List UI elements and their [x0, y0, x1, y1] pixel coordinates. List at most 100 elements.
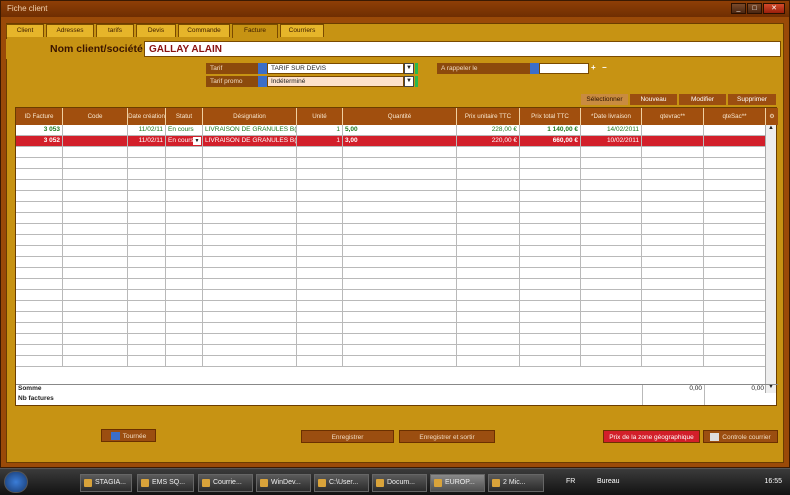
empty-table-row[interactable] — [16, 147, 766, 158]
chevron-down-icon[interactable]: ▼ — [404, 76, 414, 87]
start-button[interactable] — [4, 471, 28, 493]
empty-cell — [203, 169, 297, 180]
empty-table-row[interactable] — [16, 257, 766, 268]
tab-facture[interactable]: Facture — [232, 24, 278, 38]
tournee-button[interactable]: Tournée — [101, 429, 156, 442]
tab-courriers[interactable]: Courriers — [280, 24, 324, 37]
col-prix-total[interactable]: Prix total TTC — [520, 108, 581, 125]
empty-table-row[interactable] — [16, 301, 766, 312]
tab-client[interactable]: Client — [6, 24, 44, 37]
taskbar-item[interactable]: Docum... — [372, 474, 427, 492]
empty-table-row[interactable] — [16, 191, 766, 202]
empty-table-row[interactable] — [16, 246, 766, 257]
chevron-down-icon[interactable]: ▼ — [193, 137, 201, 145]
taskbar-item[interactable]: EMS SQ... — [137, 474, 194, 492]
scroll-up-icon[interactable]: ▲ — [766, 125, 776, 134]
tab-devis[interactable]: Devis — [136, 24, 176, 37]
save-and-exit-button[interactable]: Enregistrer et sortir — [399, 430, 495, 443]
col-quantite[interactable]: Quantité — [343, 108, 457, 125]
empty-cell — [642, 213, 704, 224]
zone-price-button[interactable]: Prix de la zone géographique — [603, 430, 700, 443]
vertical-scrollbar[interactable]: ▲ ▼ — [765, 125, 776, 393]
empty-cell — [203, 323, 297, 334]
empty-cell — [520, 279, 581, 290]
tarif-select[interactable]: TARIF SUR DEVIS — [267, 63, 404, 74]
empty-cell — [16, 224, 63, 235]
table-row[interactable]: 3 052 11/02/11 En cours ▼ LIVRAISON DE GR… — [16, 136, 766, 147]
empty-table-row[interactable] — [16, 213, 766, 224]
language-indicator[interactable]: FR — [566, 478, 575, 485]
table-row[interactable]: 3 053 11/02/11 En cours LIVRAISON DE GRA… — [16, 125, 766, 136]
empty-cell — [457, 158, 520, 169]
empty-cell — [581, 301, 642, 312]
taskbar-item[interactable]: C:\User... — [314, 474, 369, 492]
col-qtesac[interactable]: qteSac** — [704, 108, 766, 125]
maximize-button[interactable]: □ — [747, 3, 762, 14]
empty-cell — [343, 202, 457, 213]
check-mail-button[interactable]: Controle courrier — [703, 430, 778, 443]
tab-adresses[interactable]: Adresses — [46, 24, 94, 37]
empty-table-row[interactable] — [16, 180, 766, 191]
save-button[interactable]: Enregistrer — [301, 430, 394, 443]
select-button[interactable]: Sélectionner — [581, 94, 628, 105]
taskbar-item[interactable]: Courrie... — [198, 474, 253, 492]
empty-cell — [642, 257, 704, 268]
empty-cell — [581, 279, 642, 290]
empty-cell — [203, 290, 297, 301]
tab-commande[interactable]: Commande — [178, 24, 230, 37]
empty-cell — [457, 224, 520, 235]
close-button[interactable]: ✕ — [763, 3, 785, 14]
empty-table-row[interactable] — [16, 169, 766, 180]
tarif-pin-icon[interactable] — [258, 63, 267, 74]
chevron-down-icon[interactable]: ▼ — [404, 63, 414, 74]
col-id-facture[interactable]: ID Facture — [16, 108, 63, 125]
col-prix-unitaire[interactable]: Prix unitaire TTC — [457, 108, 520, 125]
delete-button[interactable]: Supprimer — [728, 94, 776, 105]
empty-table-row[interactable] — [16, 323, 766, 334]
empty-cell — [63, 213, 128, 224]
col-date-livraison[interactable]: *Date livraison — [581, 108, 642, 125]
empty-table-row[interactable] — [16, 224, 766, 235]
empty-table-row[interactable] — [16, 290, 766, 301]
tarif-promo-pin-icon[interactable] — [258, 76, 267, 87]
col-unite[interactable]: Unité — [297, 108, 343, 125]
empty-cell — [457, 191, 520, 202]
col-designation[interactable]: Désignation — [203, 108, 297, 125]
cell-statut[interactable]: En cours ▼ — [166, 136, 203, 147]
empty-cell — [166, 301, 203, 312]
taskbar-item[interactable]: WinDev... — [256, 474, 311, 492]
empty-table-row[interactable] — [16, 202, 766, 213]
empty-table-row[interactable] — [16, 345, 766, 356]
empty-table-row[interactable] — [16, 356, 766, 367]
tarif-promo-select[interactable]: Indéterminé — [267, 76, 404, 87]
new-button[interactable]: Nouveau — [630, 94, 677, 105]
date-plus-button[interactable]: + — [591, 63, 596, 72]
taskbar-item[interactable]: STAGIA... — [80, 474, 132, 492]
empty-table-row[interactable] — [16, 334, 766, 345]
rappel-pin-icon[interactable] — [530, 63, 539, 74]
minimize-button[interactable]: _ — [731, 3, 746, 14]
rappel-date-field[interactable] — [539, 63, 589, 74]
client-name-field[interactable]: GALLAY ALAIN — [144, 41, 781, 57]
empty-table-row[interactable] — [16, 268, 766, 279]
col-code[interactable]: Code — [63, 108, 128, 125]
empty-table-row[interactable] — [16, 158, 766, 169]
col-statut[interactable]: Statut — [166, 108, 203, 125]
empty-cell — [297, 191, 343, 202]
modify-button[interactable]: Modifier — [679, 94, 726, 105]
empty-table-row[interactable] — [16, 279, 766, 290]
tab-tarifs[interactable]: tarifs — [96, 24, 134, 37]
clock[interactable]: 16:55 — [764, 478, 782, 485]
taskbar-item[interactable]: 2 Mic... — [488, 474, 544, 492]
col-qtevrac[interactable]: qtevrac** — [642, 108, 704, 125]
empty-table-row[interactable] — [16, 312, 766, 323]
settings-icon[interactable]: ⚙ — [766, 108, 778, 125]
empty-cell — [203, 191, 297, 202]
empty-cell — [166, 323, 203, 334]
col-date-creation[interactable]: Date création — [128, 108, 166, 125]
taskbar-item[interactable]: EUROP... — [430, 474, 485, 492]
desktop-toolbar[interactable]: Bureau — [597, 478, 620, 485]
date-minus-button[interactable]: − — [602, 63, 607, 72]
empty-cell — [297, 257, 343, 268]
empty-table-row[interactable] — [16, 235, 766, 246]
